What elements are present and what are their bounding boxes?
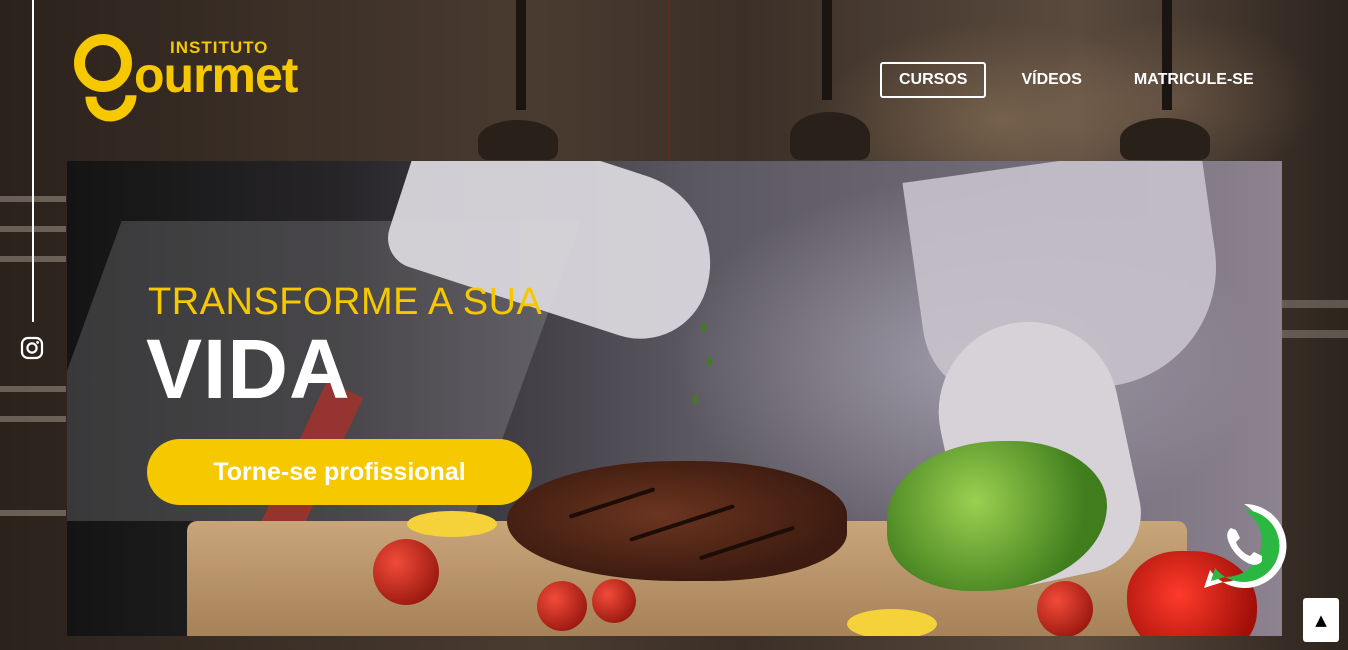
whatsapp-icon[interactable] <box>1198 500 1290 592</box>
hero-image-lemon <box>407 511 497 537</box>
hero-image-tomato <box>373 539 439 605</box>
hero-image-steak <box>507 461 847 581</box>
instagram-icon[interactable] <box>20 336 44 360</box>
scroll-to-top-button[interactable]: ▲ <box>1303 598 1339 642</box>
hero-image-tomato <box>537 581 587 631</box>
hero-image-tomato <box>1037 581 1093 636</box>
herb-particle <box>707 357 712 366</box>
shelf <box>1282 330 1348 338</box>
hero-subtitle: TRANSFORME A SUA <box>148 281 543 323</box>
nav-item-videos[interactable]: VÍDEOS <box>1004 62 1098 98</box>
logo-big-text: ourmet <box>134 47 298 103</box>
shelf <box>0 416 66 422</box>
pendant-lamp <box>516 0 526 110</box>
shelf <box>0 386 66 392</box>
pendant-lamp <box>822 0 832 100</box>
hero-image-lemon <box>847 609 937 636</box>
herb-particle <box>701 323 706 332</box>
hero-title: VIDA <box>146 322 351 416</box>
lamp-shade <box>478 120 558 160</box>
nav-item-cursos[interactable]: CURSOS <box>880 62 987 98</box>
brand-logo[interactable]: INSTITUTO ourmet <box>74 32 324 133</box>
side-decor-line <box>32 0 34 322</box>
lamp-shade <box>1120 118 1210 160</box>
lamp-shade <box>790 112 870 160</box>
herb-particle <box>693 395 698 404</box>
main-nav: CURSOS VÍDEOS MATRICULE-SE <box>880 62 1271 98</box>
background-pillar <box>668 0 670 160</box>
nav-item-matricule[interactable]: MATRICULE-SE <box>1117 62 1271 98</box>
shelf <box>1282 300 1348 308</box>
become-professional-button[interactable]: Torne-se profissional <box>147 439 532 505</box>
hero-banner: TRANSFORME A SUA VIDA Torne-se profissio… <box>67 161 1282 636</box>
shelf <box>0 510 66 516</box>
hero-image-tomato <box>592 579 636 623</box>
